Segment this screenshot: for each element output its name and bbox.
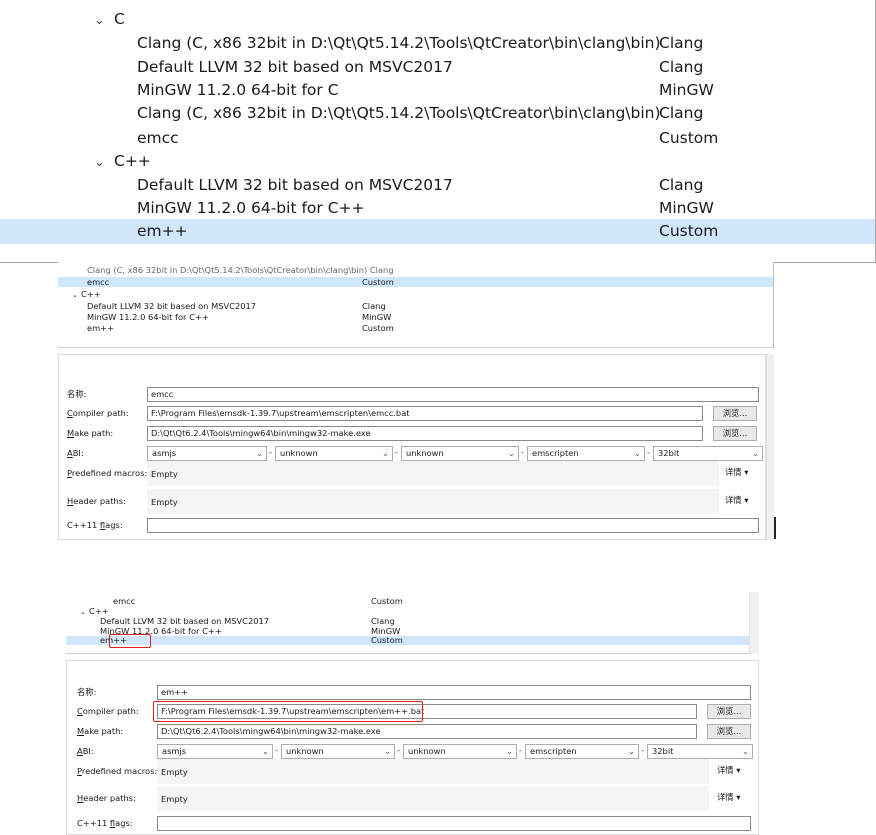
predefined-macros-label: Predefined macros: xyxy=(67,468,148,478)
abi-width-select[interactable]: 32bit ⌄ xyxy=(653,446,763,461)
name-label: 名称: xyxy=(67,389,87,399)
name-label: 名称: xyxy=(77,687,97,697)
empp-settings-panel: emcc Custom ⌄ C++ Default LLVM 32 bit bas… xyxy=(66,592,759,835)
tree-group-cpp[interactable]: ⌄ C++ xyxy=(66,607,758,617)
compiler-path-input[interactable]: F:\Program Files\emsdk-1.39.7\upstream\e… xyxy=(147,406,703,421)
tree-item[interactable]: MinGW 11.2.0 64-bit for C++ MinGW xyxy=(66,627,758,636)
chevron-down-icon: ⌄ xyxy=(382,448,389,458)
highlight-box xyxy=(109,634,151,648)
make-browse-button[interactable]: 浏览... xyxy=(707,724,751,739)
chevron-down-icon: ⌄ xyxy=(72,291,78,299)
tree-item[interactable]: MinGW 11.2.0 64-bit for C MinGW xyxy=(0,79,875,102)
chevron-down-icon: ⌄ xyxy=(94,13,105,28)
tree-group-cpp[interactable]: ⌄ C++ xyxy=(0,150,875,173)
name-input[interactable]: em++ xyxy=(157,685,751,700)
tree-item[interactable]: Default LLVM 32 bit based on MSVC2017 Cl… xyxy=(0,174,875,197)
chevron-down-icon: ⌄ xyxy=(628,746,635,756)
chevron-down-icon: ⌄ xyxy=(262,746,269,756)
chevron-down-icon: ⌄ xyxy=(384,746,391,756)
abi-label: ABI: xyxy=(77,746,94,756)
make-path-label: Make path: xyxy=(77,726,124,736)
predefined-macros-value: Empty xyxy=(147,461,719,486)
chevron-down-icon: ⌄ xyxy=(94,155,105,170)
headers-details-button[interactable]: 详情 ▾ xyxy=(717,791,740,806)
cxx11-flags-input[interactable] xyxy=(157,816,751,831)
tree-scrollbar[interactable] xyxy=(749,592,759,654)
compiler-settings-form: 名称: emcc Compiler path: F:\Program Files… xyxy=(58,354,766,540)
highlight-box xyxy=(153,701,423,722)
tree-group-cpp[interactable]: ⌄ C++ xyxy=(58,289,773,299)
abi-architecture-select[interactable]: asmjs ⌄ xyxy=(147,446,267,461)
make-path-input[interactable]: D:\Qt\Qt6.2.4\Tools\mingw64\bin\mingw32-… xyxy=(157,724,697,739)
tree-item[interactable]: em++ Custom xyxy=(58,323,773,333)
cxx11-flags-label: C++11 flags: xyxy=(67,520,123,530)
cxx11-flags-label: C++11 flags: xyxy=(77,818,133,828)
tree-item[interactable]: Default LLVM 32 bit based on MSVC2017 Cl… xyxy=(58,301,773,311)
chevron-down-icon: ⌄ xyxy=(80,608,86,616)
predefined-macros-label: Predefined macros: xyxy=(77,766,158,776)
tree-group-c[interactable]: ⌄ C xyxy=(0,8,875,31)
name-input[interactable]: emcc xyxy=(147,387,759,402)
header-paths-value: Empty xyxy=(157,786,709,811)
chevron-down-icon: ⌄ xyxy=(752,448,759,458)
abi-flavor-select[interactable]: unknown ⌄ xyxy=(403,744,517,759)
tree-item[interactable]: Default LLVM 32 bit based on MSVC2017 Cl… xyxy=(66,617,758,626)
abi-os-select[interactable]: unknown ⌄ xyxy=(275,446,393,461)
chevron-down-icon: ⌄ xyxy=(506,746,513,756)
tree-item-partial[interactable]: Clang (C, x86 32bit in D:\Qt\Qt5.14.2\To… xyxy=(87,265,773,275)
tree-item-selected[interactable]: em++ Custom xyxy=(0,219,875,244)
headers-details-button[interactable]: 详情 ▾ xyxy=(725,494,748,509)
make-browse-button[interactable]: 浏览... xyxy=(713,426,757,441)
chevron-down-icon: ⌄ xyxy=(742,746,749,756)
cursor-line xyxy=(774,517,776,539)
compiler-tree-zoomed: ⌄ C Clang (C, x86 32bit in D:\Qt\Qt5.14.2… xyxy=(0,0,876,263)
compiler-tree: Clang (C, x86 32bit in D:\Qt\Qt5.14.2\To… xyxy=(58,262,774,348)
abi-format-select[interactable]: emscripten ⌄ xyxy=(525,744,639,759)
form-scrollbar[interactable] xyxy=(766,354,774,540)
tree-item-selected[interactable]: emcc Custom xyxy=(58,277,773,287)
tree-item-selected[interactable]: em++ Custom xyxy=(66,636,758,645)
macros-details-button[interactable]: 详情 ▾ xyxy=(717,764,740,779)
tree-item[interactable]: Clang (C, x86 32bit in D:\Qt\Qt5.14.2\To… xyxy=(0,102,875,125)
tree-item[interactable]: MinGW 11.2.0 64-bit for C++ MinGW xyxy=(0,197,875,220)
emcc-settings-panel: Clang (C, x86 32bit in D:\Qt\Qt5.14.2\To… xyxy=(58,262,774,540)
abi-architecture-select[interactable]: asmjs ⌄ xyxy=(157,744,273,759)
tree-item[interactable]: Clang (C, x86 32bit in D:\Qt\Qt5.14.2\To… xyxy=(0,32,875,55)
compiler-path-label: Compiler path: xyxy=(77,706,139,716)
chevron-down-icon: ⌄ xyxy=(508,448,515,458)
cxx11-flags-input[interactable] xyxy=(147,518,759,533)
tree-item[interactable]: emcc Custom xyxy=(0,127,875,150)
compiler-path-label: Compiler path: xyxy=(67,408,129,418)
make-path-label: Make path: xyxy=(67,428,114,438)
abi-width-select[interactable]: 32bit ⌄ xyxy=(647,744,753,759)
header-paths-label: Header paths: xyxy=(67,496,126,506)
chevron-down-icon: ⌄ xyxy=(256,448,263,458)
compiler-settings-form: 名称: em++ Compiler path: F:\Program Files… xyxy=(66,660,759,835)
chevron-down-icon: ⌄ xyxy=(634,448,641,458)
make-path-input[interactable]: D:\Qt\Qt6.2.4\Tools\mingw64\bin\mingw32-… xyxy=(147,426,703,441)
abi-os-select[interactable]: unknown ⌄ xyxy=(281,744,395,759)
compiler-browse-button[interactable]: 浏览... xyxy=(707,704,751,719)
abi-label: ABI: xyxy=(67,448,84,458)
tree-item[interactable]: MinGW 11.2.0 64-bit for C++ MinGW xyxy=(58,312,773,322)
abi-flavor-select[interactable]: unknown ⌄ xyxy=(401,446,519,461)
predefined-macros-value: Empty xyxy=(157,759,709,784)
compiler-browse-button[interactable]: 浏览... xyxy=(713,406,757,421)
abi-format-select[interactable]: emscripten ⌄ xyxy=(527,446,645,461)
tree-item[interactable]: emcc Custom xyxy=(66,597,758,606)
header-paths-label: Header paths: xyxy=(77,793,136,803)
header-paths-value: Empty xyxy=(147,489,719,514)
tree-item[interactable]: Default LLVM 32 bit based on MSVC2017 Cl… xyxy=(0,56,875,79)
compiler-tree: emcc Custom ⌄ C++ Default LLVM 32 bit bas… xyxy=(66,592,759,654)
macros-details-button[interactable]: 详情 ▾ xyxy=(725,466,748,481)
